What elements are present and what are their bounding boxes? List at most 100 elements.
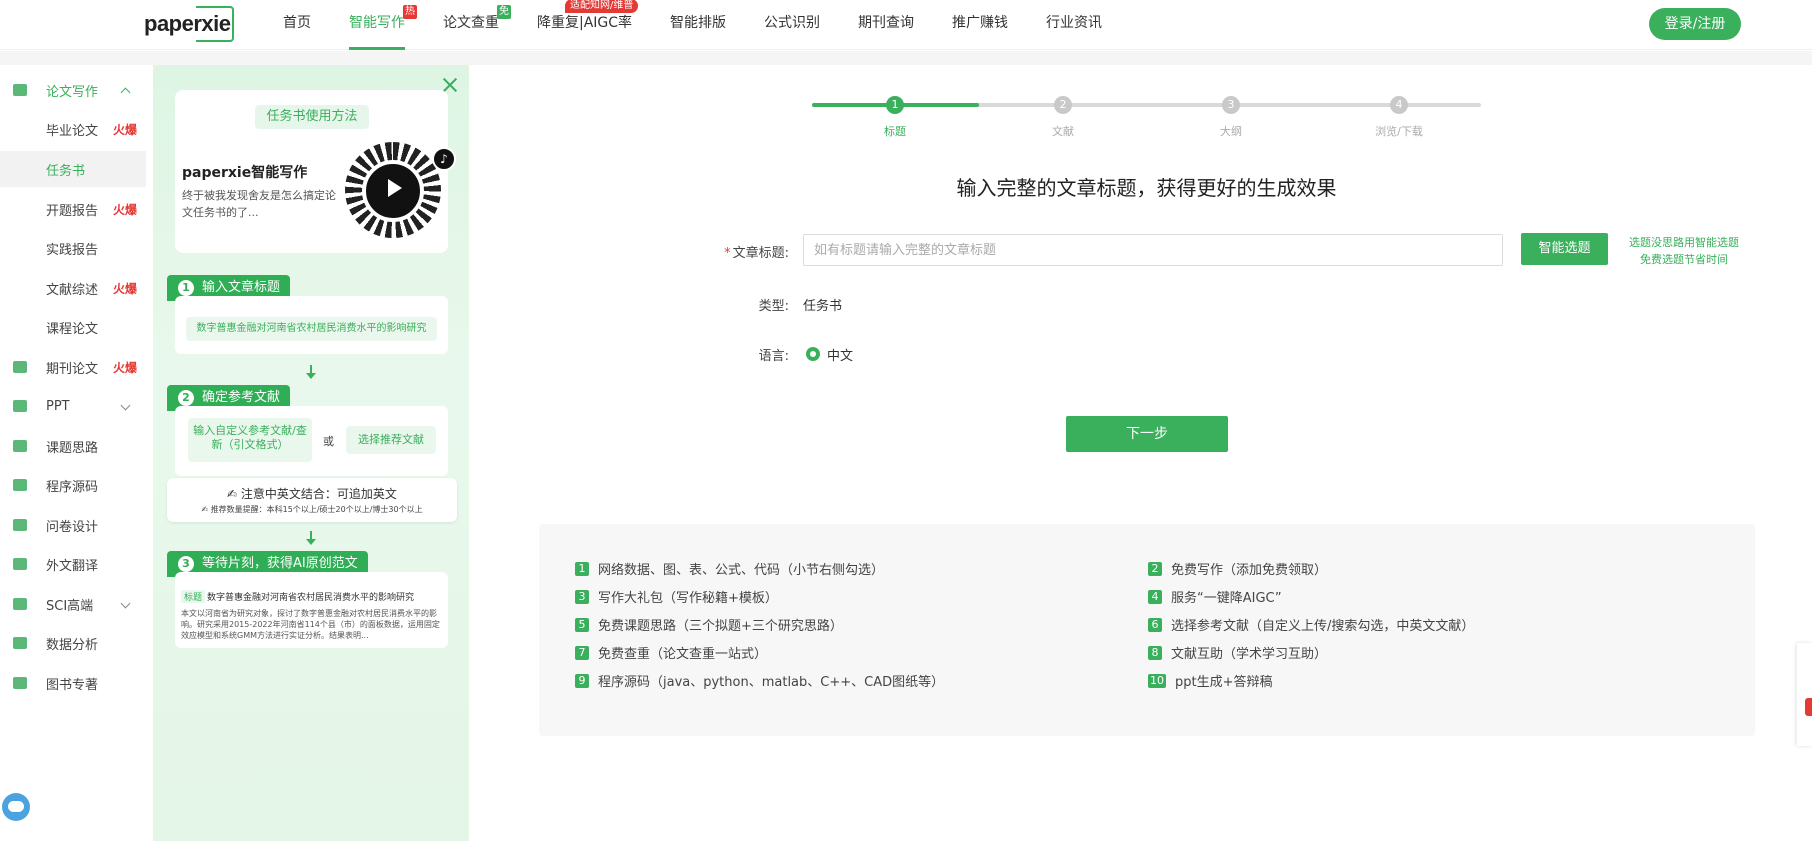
- sidebar-item-label: 课程论文: [46, 321, 99, 337]
- nav-formula-recognition[interactable]: 公式识别: [764, 0, 820, 50]
- page-title: 输入完整的文章标题，获得更好的生成效果: [956, 176, 1337, 200]
- feature-item: 7 免费查重（论文查重一站式）: [575, 643, 767, 662]
- nav-promote-earn[interactable]: 推广赚钱: [952, 0, 1008, 50]
- sidebar-item-paper-writing[interactable]: 论文写作: [0, 72, 146, 108]
- sidebar-item-data-analysis[interactable]: 数据分析: [0, 625, 146, 661]
- sidebar-item-label: 数据分析: [46, 637, 99, 653]
- sidebar-item-course-paper[interactable]: 课程论文: [0, 309, 146, 345]
- nav-smart-writing[interactable]: 智能写作 热: [349, 0, 417, 50]
- journal-icon: [13, 361, 27, 373]
- sidebar-item-translation[interactable]: 外文翻译: [0, 546, 146, 582]
- note-title-text: 注意中英文结合：可追加英文: [240, 487, 397, 501]
- sidebar-item-literature-review[interactable]: 文献综述 火爆: [0, 270, 146, 306]
- compat-badge: 适配知网/维普: [565, 0, 639, 13]
- step-label: 输入文章标题: [202, 280, 281, 295]
- hot-tag: 火爆: [113, 202, 138, 217]
- step-label: 等待片刻，获得AI原创范文: [202, 556, 358, 571]
- sidebar-item-journal-paper[interactable]: 期刊论文 火爆: [0, 349, 146, 385]
- nav-smart-format[interactable]: 智能排版: [670, 0, 726, 50]
- nav-reduce-duplication[interactable]: 降重复|AIGC率 适配知网/维普: [537, 0, 639, 50]
- sidebar-item-practice-report[interactable]: 实践报告: [0, 230, 146, 266]
- nav-promote-earn-label: 推广赚钱: [952, 15, 1009, 31]
- sidebar-item-graduation-thesis[interactable]: 毕业论文 火爆: [0, 111, 146, 147]
- title-label-text: 文章标题:: [732, 246, 789, 261]
- nav-reduce-duplication-label: 降重复|AIGC率: [537, 15, 633, 31]
- sidebar-item-ppt[interactable]: PPT: [0, 388, 146, 424]
- feature-text: 程序源码（java、python、matlab、C++、CAD图纸等）: [598, 675, 945, 690]
- nav-industry-news[interactable]: 行业资讯: [1046, 0, 1102, 50]
- feature-item: 1 网络数据、图、表、公式、代码（小节右侧勾选）: [575, 559, 884, 578]
- hot-badge: 热: [403, 5, 417, 19]
- features-panel: 1 网络数据、图、表、公式、代码（小节右侧勾选） 2 免费写作（添加免费领取） 3写…: [539, 524, 1755, 736]
- nav-home-label: 首页: [283, 15, 311, 31]
- hot-tag: 火爆: [113, 360, 138, 375]
- smart-topic-hint[interactable]: 选题没思路用智能选题 免费选题节省时间: [1620, 234, 1748, 268]
- nav-smart-writing-label: 智能写作: [349, 15, 405, 31]
- feature-text: 服务“一键降AIGC”: [1171, 591, 1282, 606]
- nav-home[interactable]: 首页: [283, 0, 311, 50]
- step-label: 确定参考文献: [202, 390, 281, 405]
- step-number: 3: [178, 556, 194, 572]
- chat-support-icon[interactable]: [2, 793, 30, 821]
- language-radio-chinese[interactable]: [806, 347, 820, 361]
- book-icon: [13, 677, 27, 689]
- sidebar-item-questionnaire[interactable]: 问卷设计: [0, 507, 146, 543]
- nav-plagiarism-check[interactable]: 论文查重 免: [443, 0, 511, 50]
- step-dot-3: 3: [1222, 96, 1240, 114]
- progress-track: [812, 103, 1481, 107]
- sidebar-item-topic-ideas[interactable]: 课题思路: [0, 428, 146, 464]
- or-text: 或: [323, 435, 334, 448]
- sidebar-item-sci[interactable]: SCI高端: [0, 586, 146, 622]
- sidebar-item-books[interactable]: 图书专著: [0, 665, 146, 701]
- bar-chart-icon: [13, 637, 27, 649]
- smart-topic-button[interactable]: 智能选题: [1521, 233, 1608, 265]
- next-step-button[interactable]: 下一步: [1066, 416, 1228, 452]
- type-value: 任务书: [803, 299, 843, 314]
- feature-item: 6 选择参考文献（自定义上传/搜索勾选，中英文文献）: [1148, 615, 1474, 634]
- feature-text: 文献互助（学术学习互助）: [1171, 647, 1328, 662]
- step-number: 1: [178, 280, 194, 296]
- feature-number: 4: [1148, 589, 1162, 604]
- hint-line-1: 选题没思路用智能选题: [1629, 236, 1739, 249]
- guide-tag[interactable]: 任务书使用方法: [255, 105, 369, 129]
- nav-journal-search[interactable]: 期刊查询: [858, 0, 914, 50]
- feature-item: 4 服务“一键降AIGC”: [1148, 587, 1282, 606]
- article-title-input[interactable]: [803, 234, 1503, 266]
- header-divider: [0, 51, 1812, 65]
- sidebar-item-label: SCI高端: [46, 598, 94, 614]
- feature-text: 免费查重（论文查重一站式）: [598, 647, 768, 662]
- guide-step-3-card: 标题 数字普惠金融对河南省农村居民消费水平的影响研究 本文以河南省为研究对象，探…: [175, 572, 448, 648]
- chevron-down-icon: [120, 400, 131, 411]
- feature-number: 8: [1148, 645, 1162, 660]
- code-icon: [13, 479, 27, 491]
- sidebar-item-source-code[interactable]: 程序源码: [0, 467, 146, 503]
- feature-text: 网络数据、图、表、公式、代码（小节右侧勾选）: [598, 563, 885, 578]
- nav-journal-search-label: 期刊查询: [858, 15, 915, 31]
- clipboard-icon: [13, 519, 27, 531]
- step-label-download: 浏览/下载: [1375, 125, 1423, 138]
- sidebar-item-label: PPT: [46, 398, 70, 414]
- floating-side-widget[interactable]: [1797, 643, 1812, 746]
- paperxie-logo[interactable]: paperxie: [144, 6, 234, 42]
- nav-industry-news-label: 行业资讯: [1046, 15, 1103, 31]
- login-register-button[interactable]: 登录/注册: [1649, 8, 1741, 40]
- chevron-down-icon: [120, 598, 131, 609]
- sidebar-item-label: 期刊论文: [46, 361, 99, 377]
- ppt-icon: [13, 400, 27, 412]
- sidebar-item-label: 课题思路: [46, 440, 99, 456]
- title-field-label: * 文章标题:: [705, 242, 789, 261]
- step-label-outline: 大纲: [1220, 125, 1242, 138]
- nav-smart-format-label: 智能排版: [670, 15, 727, 31]
- feature-item: 10 ppt生成+答辩稿: [1148, 671, 1273, 690]
- translate-icon: [13, 558, 27, 570]
- feature-text: 选择参考文献（自定义上传/搜索勾选，中英文文献）: [1171, 619, 1475, 634]
- hot-tag: 火爆: [113, 281, 138, 296]
- guide-step-1-card: 数字普惠金融对河南省农村居民消费水平的影响研究: [175, 296, 448, 354]
- arrow-down-icon: [306, 531, 316, 545]
- sci-icon: [13, 598, 27, 610]
- note-subtitle-text: 推荐数量提醒：本科15个以上/硕士20个以上/博士30个以上: [210, 505, 423, 514]
- sidebar-item-label: 外文翻译: [46, 558, 99, 574]
- language-option-label[interactable]: 中文: [827, 345, 853, 364]
- feature-number: 10: [1148, 673, 1166, 688]
- nav-formula-recognition-label: 公式识别: [764, 15, 821, 31]
